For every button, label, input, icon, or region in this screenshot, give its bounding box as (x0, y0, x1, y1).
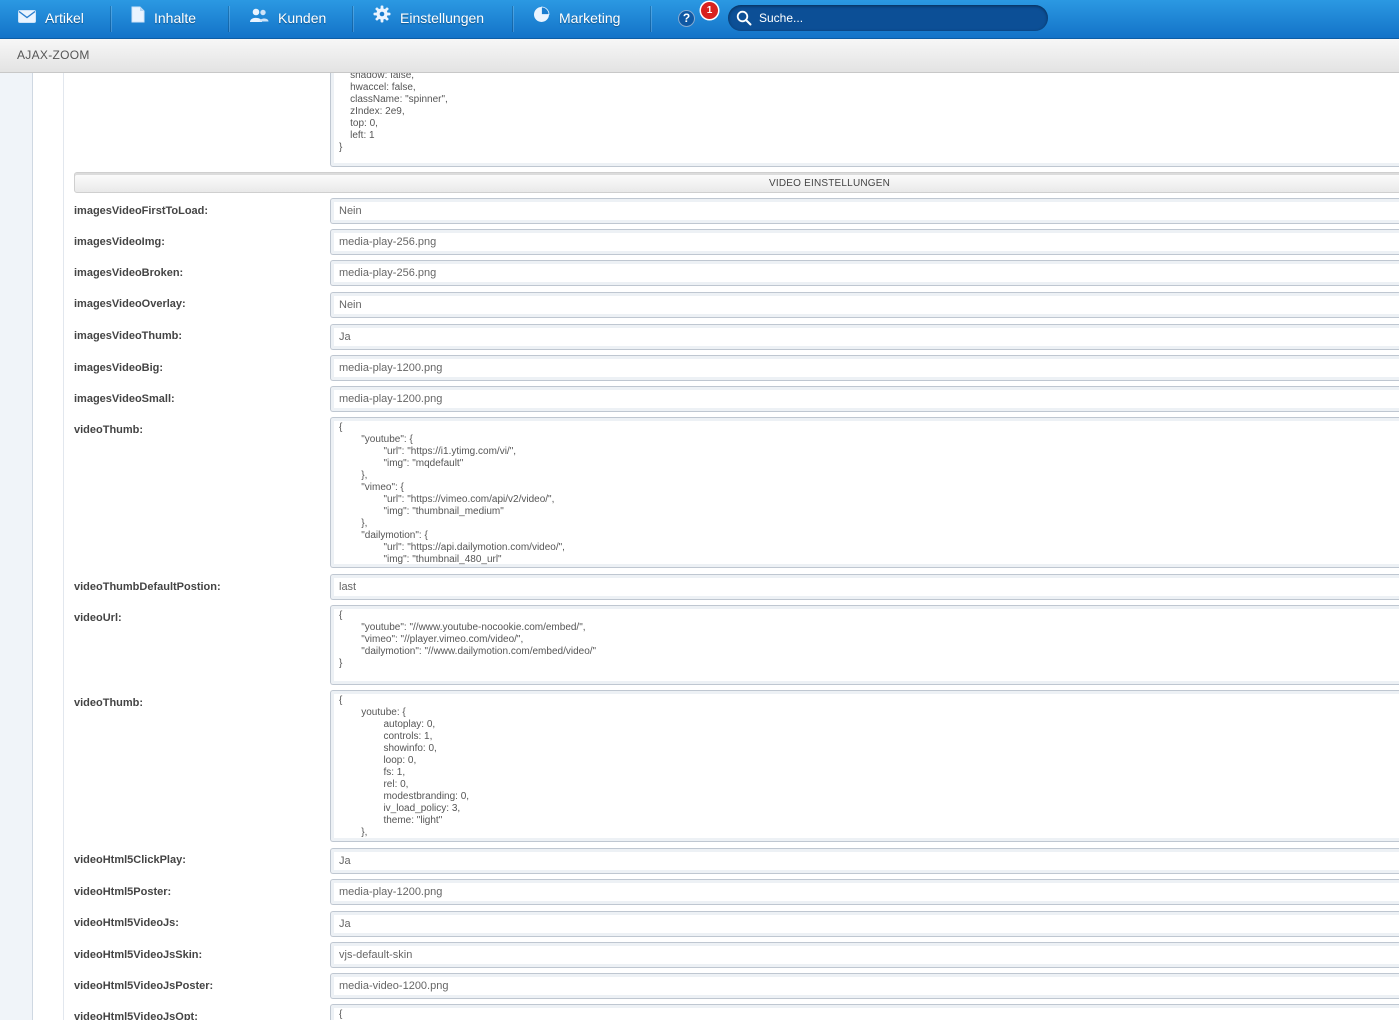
code-text: shadow: false, hwaccel: false, className… (339, 73, 448, 153)
nav-divider (110, 6, 111, 32)
code-text: { youtube: { autoplay: 0, controls: 1, s… (339, 695, 470, 838)
field-label: imagesVideoSmall: (74, 393, 175, 405)
field-label: videoHtml5Poster: (74, 886, 172, 898)
field-label: imagesVideoFirstToLoad: (74, 205, 209, 217)
search-box[interactable] (728, 5, 1048, 31)
field-input-imagesVideoThumb[interactable]: Ja (330, 324, 1399, 350)
code-text: { (339, 1009, 343, 1020)
field-label: imagesVideoThumb: (74, 330, 182, 342)
field-input-imagesVideoOverlay[interactable]: Nein (330, 292, 1399, 318)
nav-divider (228, 6, 229, 32)
nav-item-marketing[interactable]: Marketing (533, 0, 620, 38)
field-input-imagesVideoImg[interactable]: media-play-256.png (330, 229, 1399, 255)
help-icon[interactable]: ? (678, 10, 695, 27)
field-label: imagesVideoBroken: (74, 267, 184, 279)
field-textarea-videoThumb-options[interactable]: { youtube: { autoplay: 0, controls: 1, s… (330, 690, 1399, 842)
field-input-imagesVideoFirstToLoad[interactable]: Nein (330, 198, 1399, 224)
users-icon (249, 0, 269, 36)
field-input-imagesVideoBroken[interactable]: media-play-256.png (330, 260, 1399, 286)
code-field-spinner-options[interactable]: shadow: false, hwaccel: false, className… (330, 73, 1399, 167)
field-label: videoHtml5VideoJsOpt: (74, 1011, 198, 1020)
nav-item-inhalte[interactable]: Inhalte (131, 0, 196, 38)
field-label: videoHtml5ClickPlay: (74, 854, 186, 866)
code-text: { "youtube": "//www.youtube-nocookie.com… (339, 610, 597, 669)
field-textarea-videoHtml5VideoJsOpt[interactable]: { (330, 1004, 1399, 1020)
nav-item-label: Einstellungen (400, 10, 485, 26)
field-label: videoUrl: (74, 612, 122, 624)
section-title: VIDEO EINSTELLUNGEN (769, 178, 891, 189)
notification-badge[interactable]: 1 (701, 2, 718, 19)
nav-item-label: Artikel (45, 10, 84, 26)
gear-icon (373, 0, 391, 36)
nav-item-label: Inhalte (154, 10, 197, 26)
left-gutter-inner (33, 73, 64, 1020)
field-label: imagesVideoOverlay: (74, 298, 186, 310)
field-input-videoHtml5VideoJsSkin[interactable]: vjs-default-skin (330, 942, 1399, 968)
nav-item-kunden[interactable]: Kunden (249, 0, 326, 38)
field-label: imagesVideoImg: (74, 236, 165, 248)
nav-divider (352, 6, 353, 32)
field-input-videoHtml5VideoJs[interactable]: Ja (330, 911, 1399, 937)
field-textarea-videoUrl[interactable]: { "youtube": "//www.youtube-nocookie.com… (330, 605, 1399, 685)
nav-item-label: Marketing (559, 10, 621, 26)
document-icon (131, 0, 145, 36)
field-label: videoThumb: (74, 697, 144, 709)
field-label: videoHtml5VideoJsSkin: (74, 949, 203, 961)
field-label: videoHtml5VideoJs: (74, 917, 179, 929)
pie-chart-icon (533, 0, 550, 36)
field-input-videoHtml5ClickPlay[interactable]: Ja (330, 848, 1399, 874)
settings-content[interactable]: shadow: false, hwaccel: false, className… (0, 73, 1399, 1020)
window-title-bar: AJAX-ZOOM (0, 39, 1399, 73)
nav-divider (512, 6, 513, 32)
top-navigation-bar: Artikel Inhalte Kunden Einstellungen Mar… (0, 0, 1399, 39)
field-label: videoHtml5VideoJsPoster: (74, 980, 214, 992)
left-gutter (0, 73, 33, 1020)
section-header-video: VIDEO EINSTELLUNGEN (74, 172, 1399, 193)
field-label: videoThumb: (74, 424, 144, 436)
search-input[interactable] (759, 9, 1029, 27)
window-title: AJAX-ZOOM (17, 48, 90, 62)
field-input-imagesVideoBig[interactable]: media-play-1200.png (330, 355, 1399, 381)
nav-item-einstellungen[interactable]: Einstellungen (373, 0, 484, 38)
field-input-videoThumbDefaultPostion[interactable]: last (330, 574, 1399, 600)
code-text: { "youtube": { "url": "https://i1.ytimg.… (339, 422, 565, 565)
field-input-videoHtml5VideoJsPoster[interactable]: media-video-1200.png (330, 973, 1399, 999)
nav-item-label: Kunden (278, 10, 327, 26)
field-label: imagesVideoBig: (74, 362, 164, 374)
nav-divider (650, 6, 651, 32)
search-icon (736, 10, 752, 26)
field-label: videoThumbDefaultPostion: (74, 581, 221, 593)
mail-icon (18, 0, 36, 36)
field-input-imagesVideoSmall[interactable]: media-play-1200.png (330, 386, 1399, 412)
nav-item-artikel[interactable]: Artikel (18, 0, 84, 38)
field-textarea-videoThumb[interactable]: { "youtube": { "url": "https://i1.ytimg.… (330, 417, 1399, 568)
field-input-videoHtml5Poster[interactable]: media-play-1200.png (330, 879, 1399, 905)
